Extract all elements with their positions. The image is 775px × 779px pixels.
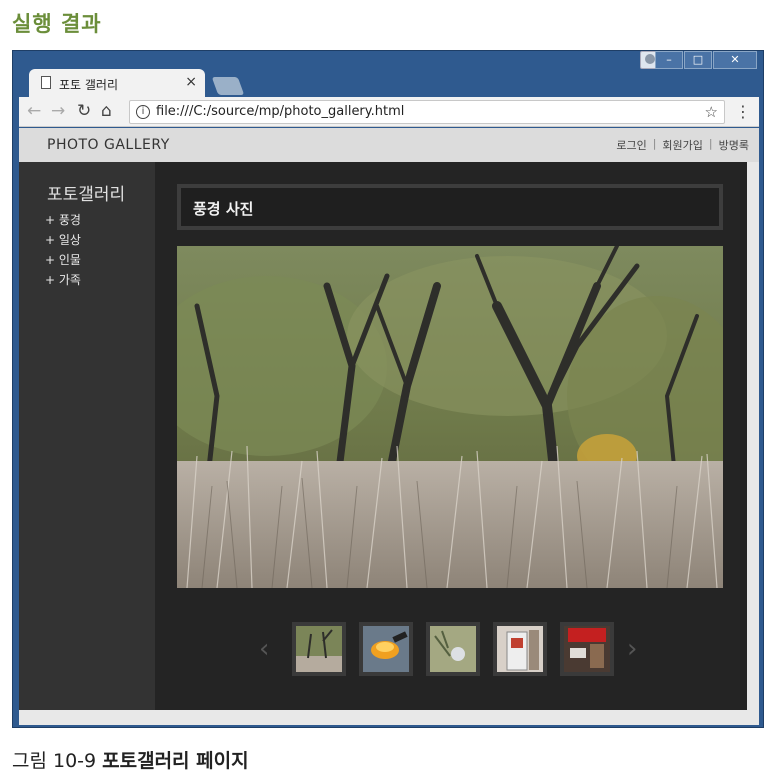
sidebar: 포토갤러리 + 풍경 + 일상 + 인물 + 가족 (19, 162, 155, 710)
browser-toolbar: ← → ↻ ⌂ i file:///C:/source/mp/photo_gal… (19, 97, 759, 127)
maximize-button[interactable]: □ (684, 51, 712, 69)
home-icon[interactable]: ⌂ (101, 101, 112, 121)
forward-arrow-icon[interactable]: → (51, 101, 65, 121)
tab-title: 포토 갤러리 (59, 78, 119, 92)
separator: | (708, 137, 713, 150)
browser-window: – □ ✕ 포토 갤러리 × ← → ↻ ⌂ i file:///C:/sour… (12, 50, 764, 728)
close-tab-icon[interactable]: × (185, 74, 197, 90)
info-icon[interactable]: i (136, 105, 150, 119)
gallery-title-box: 풍경 사진 (177, 184, 723, 230)
page-heading: 실행 결과 (12, 12, 102, 36)
page-bottom (19, 710, 759, 725)
login-link[interactable]: 로그인 (616, 137, 646, 153)
back-arrow-icon[interactable]: ← (27, 101, 41, 121)
new-tab-button[interactable] (211, 77, 245, 95)
site-brand[interactable]: PHOTO GALLERY (47, 137, 170, 153)
url-text: file:///C:/source/mp/photo_gallery.html (156, 104, 405, 119)
guestbook-link[interactable]: 방명록 (719, 137, 749, 153)
sidebar-title: 포토갤러리 (47, 185, 126, 205)
bookmark-star-icon[interactable]: ☆ (705, 103, 718, 121)
close-window-button[interactable]: ✕ (713, 51, 757, 69)
next-arrow-icon[interactable]: › (627, 634, 647, 664)
web-page: PHOTO GALLERY 로그인 | 회원가입 | 방명록 포토갤러리 + 풍… (19, 128, 759, 725)
address-bar[interactable]: i file:///C:/source/mp/photo_gallery.htm… (129, 100, 725, 124)
thumbnail-lamp[interactable] (359, 622, 413, 676)
sidebar-item-daily[interactable]: + 일상 (45, 230, 81, 250)
tab-photo-gallery[interactable]: 포토 갤러리 × (29, 69, 205, 97)
top-links: 로그인 | 회원가입 | 방명록 (616, 137, 749, 153)
gallery-content: 풍경 사진 ‹ › (155, 162, 747, 710)
figure-text: 포토갤러리 페이지 (102, 750, 249, 772)
thumbnail-bird[interactable] (426, 622, 480, 676)
thumbnail-red[interactable] (560, 622, 614, 676)
reload-icon[interactable]: ↻ (77, 101, 91, 121)
separator: | (652, 137, 657, 150)
prev-arrow-icon[interactable]: ‹ (259, 634, 279, 664)
signup-link[interactable]: 회원가입 (662, 137, 702, 153)
sidebar-item-landscape[interactable]: + 풍경 (45, 210, 81, 230)
sidebar-item-family[interactable]: + 가족 (45, 270, 81, 290)
thumbnail-trees[interactable] (292, 622, 346, 676)
browser-menu-icon[interactable]: ⋮ (735, 102, 751, 121)
gallery-title: 풍경 사진 (193, 200, 254, 218)
sidebar-menu: + 풍경 + 일상 + 인물 + 가족 (45, 210, 81, 290)
thumbnail-door[interactable] (493, 622, 547, 676)
minimize-button[interactable]: – (655, 51, 683, 69)
page-icon (41, 76, 51, 89)
tab-strip: 포토 갤러리 × (19, 69, 759, 97)
sidebar-item-people[interactable]: + 인물 (45, 250, 81, 270)
main-photo (177, 246, 723, 588)
site-header: PHOTO GALLERY 로그인 | 회원가입 | 방명록 (19, 128, 759, 162)
window-controls: – □ ✕ (655, 51, 757, 69)
figure-number: 그림 10-9 (12, 750, 97, 772)
thumbnail-strip: ‹ › (259, 622, 647, 676)
figure-caption: 그림 10-9 포토갤러리 페이지 (12, 746, 249, 773)
